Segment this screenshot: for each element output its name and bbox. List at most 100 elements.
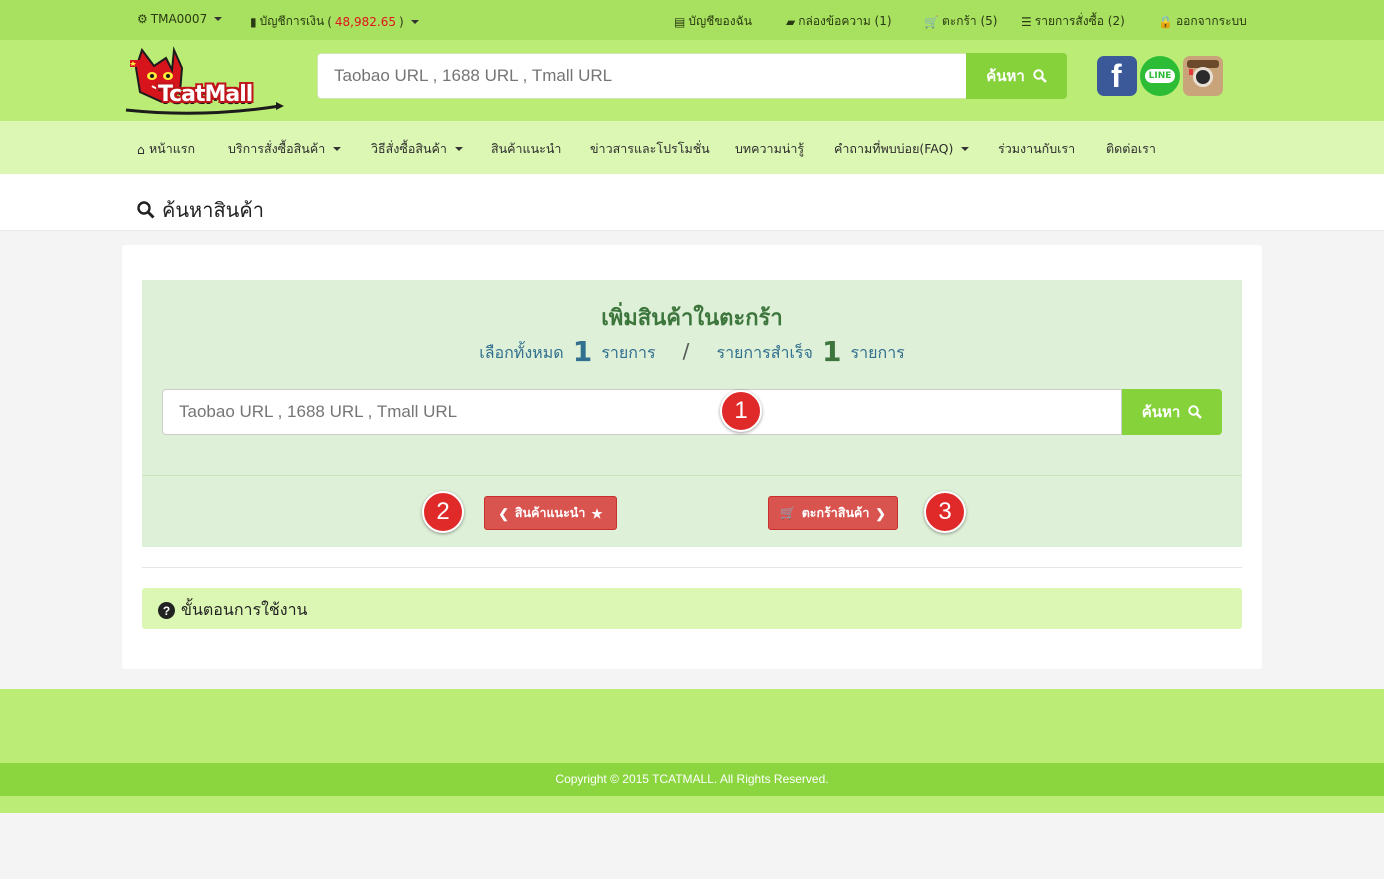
content-card: เพิ่มสินค้าในตะกร้า เลือกทั้งหมด 1 รายกา… [122,245,1262,669]
account-id: TMA0007 [150,12,208,26]
wallet-amount: 48,982.65 [334,14,396,29]
footer [0,689,1384,763]
nav-item-faq-label: คำถามที่พบบ่อย(FAQ) [834,141,954,156]
recommended-products-label: สินค้าแนะนำ [514,506,586,520]
cart-label: ตะกร้า (5) [941,14,998,28]
list-icon: ☰ [1021,14,1032,29]
home-icon: ⌂ [137,141,145,157]
nav-item-home[interactable]: ⌂ หน้าแรก [137,139,195,159]
usage-steps-heading: ? ขั้นตอนการใช้งาน [158,598,307,623]
wallet-label: บัญชีการเงิน [259,14,325,28]
account-menu[interactable]: ⚙ TMA0007 [137,12,223,26]
question-circle-icon: ? [158,602,175,619]
chevron-left-icon: ❮ [498,506,509,521]
nav-item-how-to-order-label: วิธีสั่งซื้อสินค้า [371,141,447,156]
wallet-close-paren: ) [398,14,404,29]
nav-item-contact[interactable]: ติดต่อเรา [1106,139,1156,159]
step-badge-3: 3 [924,491,966,533]
success-label: รายการสำเร็จ [716,343,813,362]
nav-item-articles[interactable]: บทความน่ารู้ [735,139,804,159]
my-account-link[interactable]: ▤ บัญชีของฉัน [674,12,752,31]
chevron-down-icon [410,19,419,24]
line-icon[interactable]: LINE [1140,56,1180,96]
nav-item-news-promotions[interactable]: ข่าวสารและโปรโมชั่น [590,139,710,159]
panel-title: เพิ่มสินค้าในตะกร้า [601,306,783,331]
star-icon: ★ [591,506,603,521]
product-search-button[interactable]: ค้นหา [1122,389,1222,435]
chevron-down-icon [961,147,970,151]
success-count: 1 [821,335,842,368]
nav-item-articles-label: บทความน่ารู้ [735,141,805,156]
chevron-right-icon: ❯ [875,506,886,521]
lock-icon: 🔒 [1158,14,1173,29]
site-header: TcatMall ค้นหา f LINE [0,40,1384,121]
step-badge-2: 2 [422,491,464,533]
action-row: 2 ❮ สินค้าแนะนำ ★ 🛒 ตะกร้าสินค้า ❯ 3 [142,476,1242,547]
footer-copyright: Copyright © 2015 TCATMALL. All Rights Re… [0,763,1384,796]
product-url-input[interactable] [162,389,1122,435]
chevron-down-icon [333,147,342,151]
facebook-icon[interactable]: f [1097,56,1137,96]
product-search-label: ค้นหา [1141,404,1181,421]
nav-item-home-label: หน้าแรก [148,141,196,156]
wallet-open-paren: ( [327,14,332,29]
logout-link[interactable]: 🔒 ออกจากระบบ [1158,12,1247,31]
orders-link[interactable]: ☰ รายการสั่งซื้อ (2) [1021,12,1125,31]
site-logo[interactable]: TcatMall [122,44,286,118]
nav-item-ordering-service-label: บริการสั่งซื้อสินค้า [228,141,326,156]
shopping-cart-icon: 🛒 [924,14,939,29]
selected-count: 1 [572,335,593,368]
main-navigation: ⌂ หน้าแรก บริการสั่งซื้อสินค้า วิธีสั่งซ… [0,121,1384,174]
my-account-label: บัญชีของฉัน [688,14,752,28]
nav-item-careers-label: ร่วมงานกับเรา [998,141,1076,156]
nav-item-how-to-order[interactable]: วิธีสั่งซื้อสินค้า [371,139,463,159]
inbox-label: กล่องข้อความ (1) [798,14,892,28]
orders-label: รายการสั่งซื้อ (2) [1034,14,1125,28]
nav-item-contact-label: ติดต่อเรา [1106,141,1156,156]
section-divider [142,567,1242,568]
usage-steps-bar[interactable]: ? ขั้นตอนการใช้งาน [142,588,1242,629]
header-search-label: ค้นหา [986,68,1025,85]
add-to-cart-panel: เพิ่มสินค้าในตะกร้า เลือกทั้งหมด 1 รายกา… [142,280,1242,476]
success-unit: รายการ [850,343,905,362]
chevron-down-icon [214,17,223,21]
line-glyph: LINE [1145,69,1175,83]
nav-item-ordering-service[interactable]: บริการสั่งซื้อสินค้า [228,139,342,159]
shopping-cart-icon: 🛒 [780,505,796,520]
item-counts: เลือกทั้งหมด 1 รายการ / รายการสำเร็จ 1 ร… [142,335,1242,368]
header-search-input[interactable] [317,53,967,99]
svg-text:?: ? [163,604,170,618]
cart-button-label: ตะกร้าสินค้า [801,506,870,520]
logo-text: TcatMall [158,82,253,107]
selected-unit: รายการ [601,343,656,362]
gear-icon: ⚙ [137,12,148,26]
recommended-products-button[interactable]: ❮ สินค้าแนะนำ ★ [484,496,617,530]
instagram-icon[interactable] [1183,56,1223,96]
top-utility-bar: ⚙ TMA0007 ▮ บัญชีการเงิน (48,982.65) ▤ บ… [0,0,1384,40]
page-title-text: ค้นหาสินค้า [162,198,264,222]
nav-item-careers[interactable]: ร่วมงานกับเรา [998,139,1075,159]
search-icon [137,201,155,219]
usage-steps-label: ขั้นตอนการใช้งาน [181,600,308,619]
header-search-button[interactable]: ค้นหา [966,53,1067,99]
count-separator: / [682,339,690,363]
step-badge-1: 1 [720,390,762,432]
cart-button[interactable]: 🛒 ตะกร้าสินค้า ❯ [768,496,898,530]
wallet-menu[interactable]: ▮ บัญชีการเงิน (48,982.65) [250,12,419,31]
page-title: ค้นหาสินค้า [137,194,264,226]
inbox-link[interactable]: ▰ กล่องข้อความ (1) [786,12,892,31]
nav-item-recommended-label: สินค้าแนะนำ [491,141,562,156]
cart-link[interactable]: 🛒 ตะกร้า (5) [924,12,997,31]
search-icon [1188,405,1203,419]
facebook-glyph: f [1111,58,1122,94]
list-alt-icon: ▤ [674,14,686,29]
chevron-down-icon [454,147,463,151]
wallet-icon: ▮ [250,14,257,29]
page-title-bar: ค้นหาสินค้า [0,174,1384,231]
nav-item-news-promotions-label: ข่าวสารและโปรโมชั่น [590,141,710,156]
search-icon [1033,69,1047,83]
selected-label: เลือกทั้งหมด [479,343,564,362]
logout-label: ออกจากระบบ [1175,14,1247,28]
nav-item-faq[interactable]: คำถามที่พบบ่อย(FAQ) [834,139,970,159]
nav-item-recommended[interactable]: สินค้าแนะนำ [491,139,561,159]
